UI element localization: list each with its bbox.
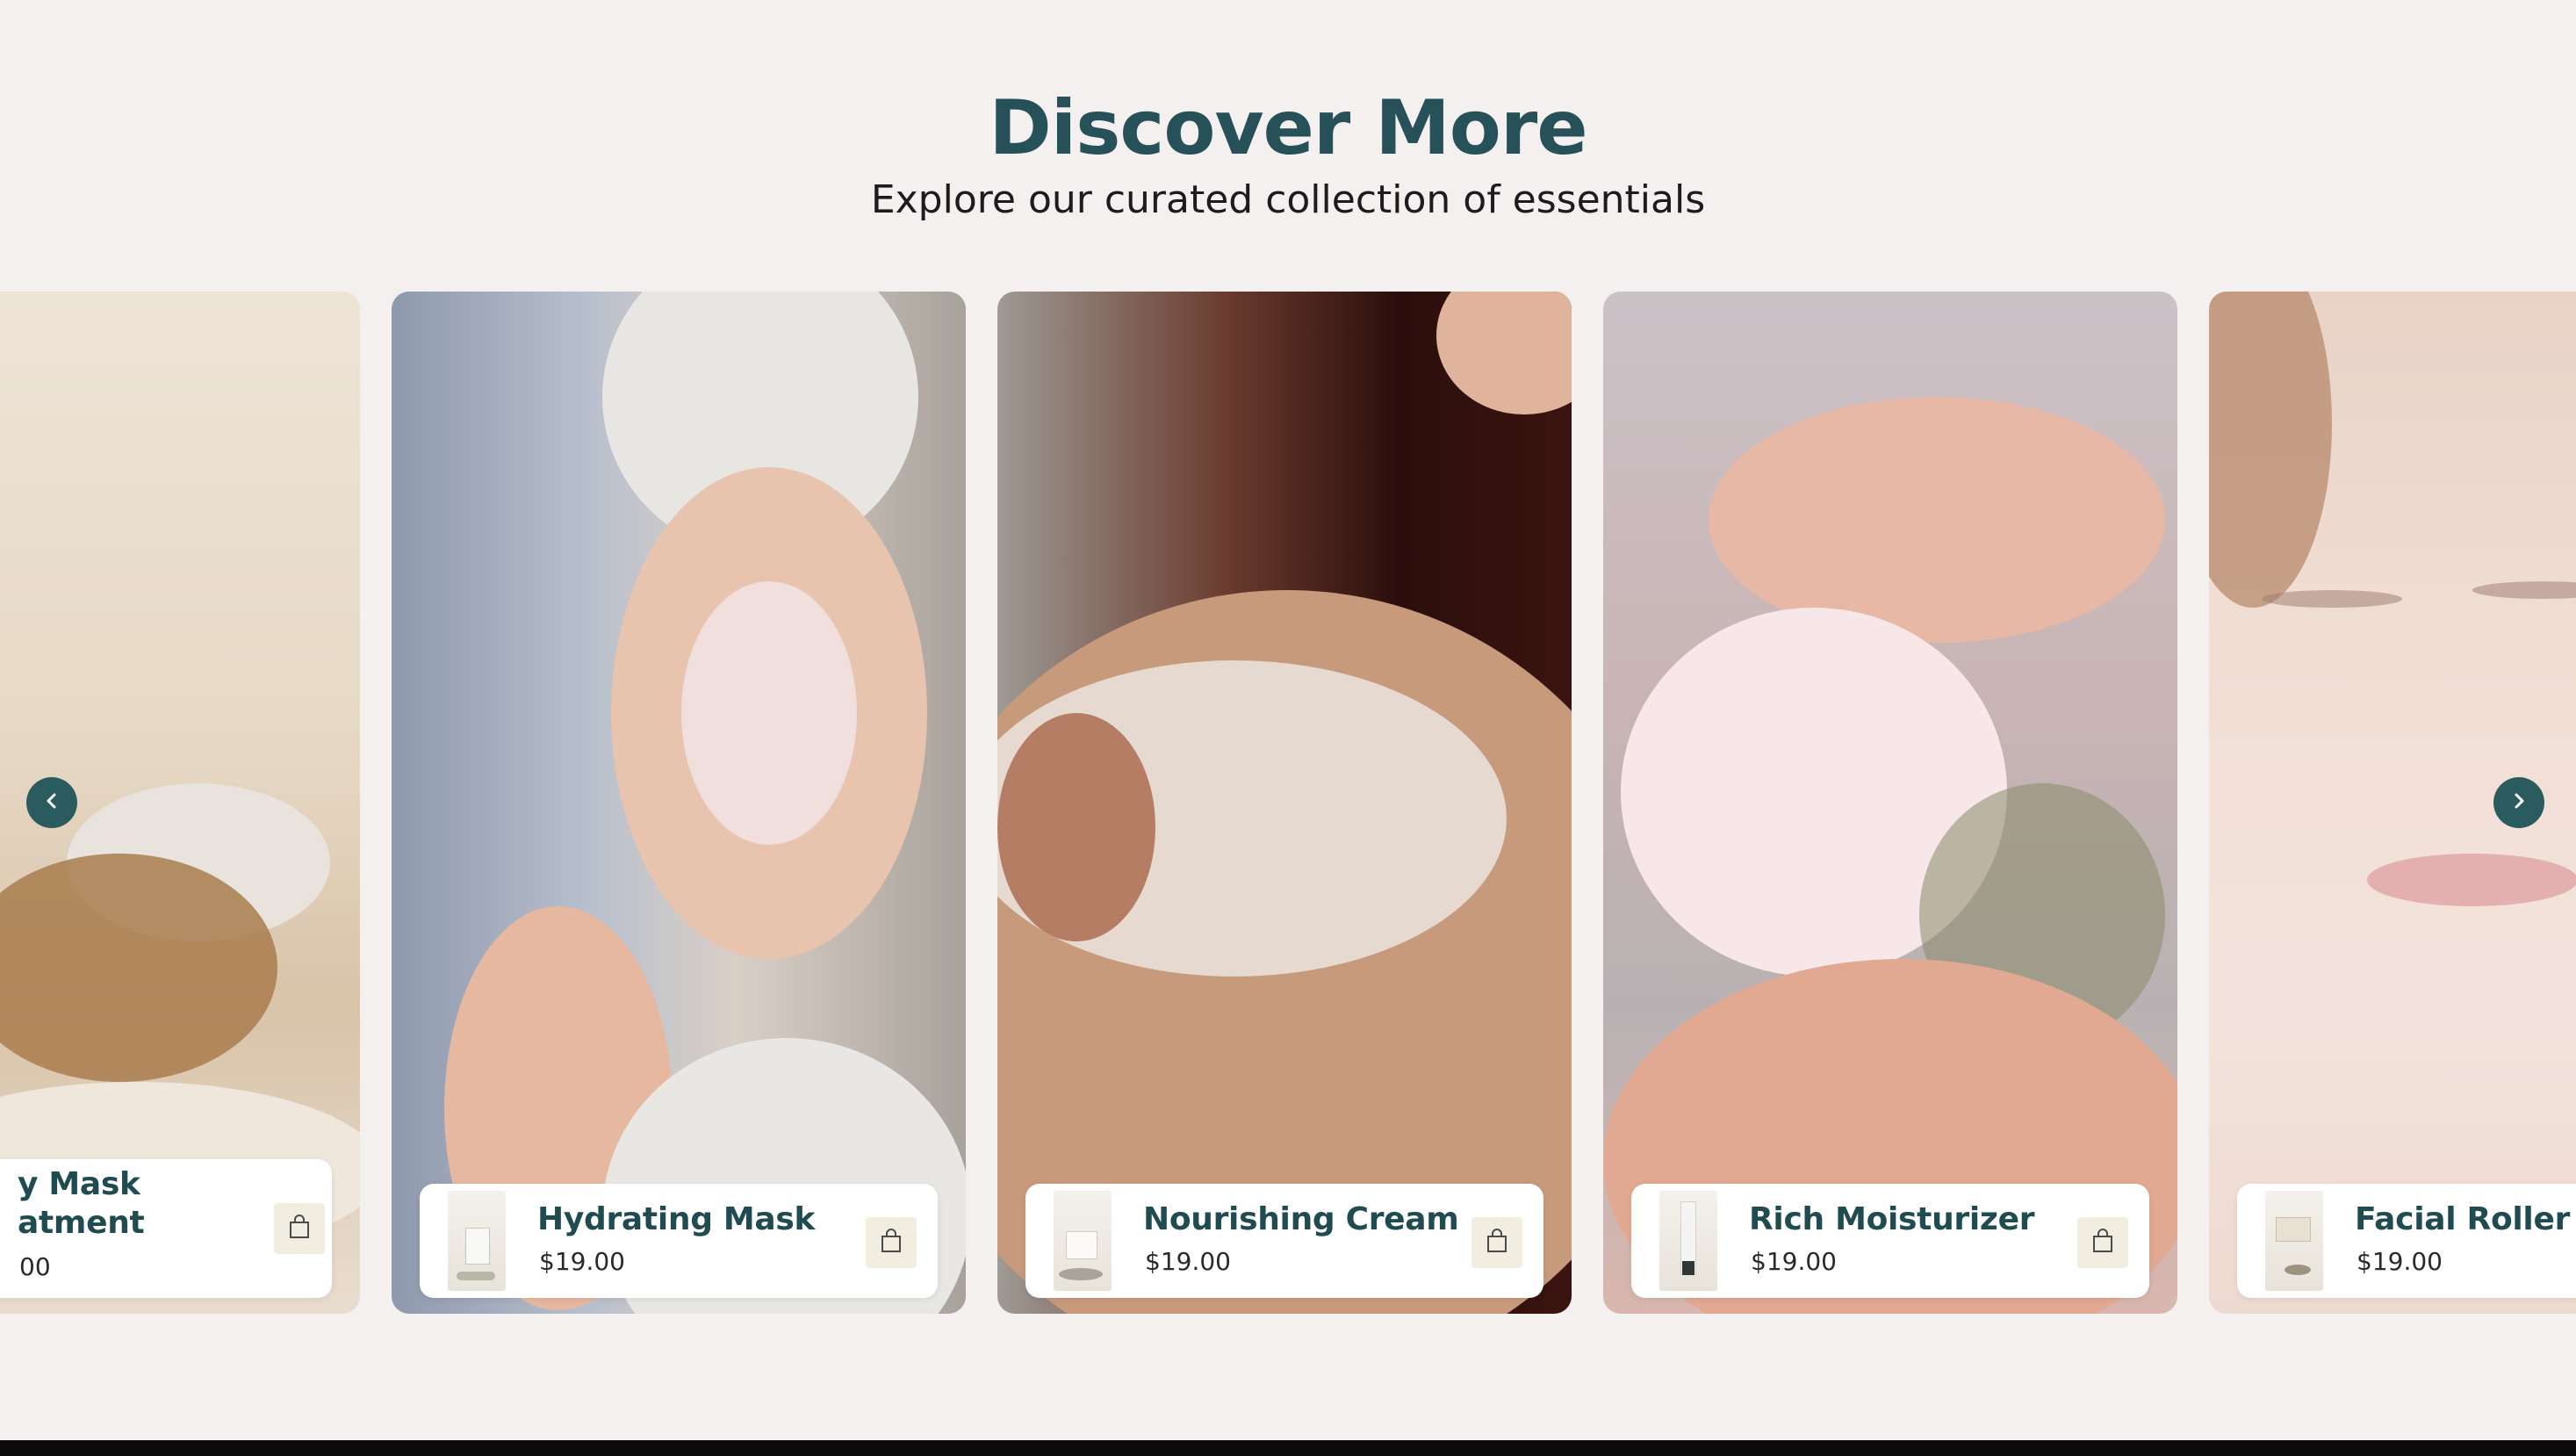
- add-to-cart-button[interactable]: [1471, 1217, 1522, 1268]
- product-name: Nourishing Cream: [1143, 1201, 1459, 1237]
- product-card[interactable]: Nourishing Cream $19.00: [997, 292, 1572, 1314]
- carousel-prev-button[interactable]: [26, 777, 77, 828]
- product-price: $19.00: [1751, 1247, 1837, 1276]
- product-name-line1: y Mask: [18, 1166, 140, 1202]
- product-carousel: y Mask atment 00 Hydrating Mask $19.00 N…: [0, 292, 2576, 1314]
- product-info-card: Nourishing Cream $19.00: [1025, 1184, 1543, 1298]
- shopping-bag-icon: [1486, 1229, 1508, 1257]
- shopping-bag-icon: [288, 1215, 311, 1243]
- discover-more-section: Discover More Explore our curated collec…: [0, 0, 2576, 1440]
- product-card[interactable]: Hydrating Mask $19.00: [392, 292, 966, 1314]
- section-title: Discover More: [989, 84, 1587, 172]
- product-thumbnail: [448, 1191, 506, 1291]
- product-name: Hydrating Mask: [537, 1201, 816, 1237]
- product-info-card: Hydrating Mask $19.00: [420, 1184, 938, 1298]
- page-bottom-edge: [0, 1440, 2576, 1456]
- chevron-right-icon: [2509, 791, 2529, 814]
- product-photo: [997, 292, 1572, 1314]
- product-thumbnail: [1054, 1191, 1112, 1291]
- product-thumbnail: [2265, 1191, 2323, 1291]
- add-to-cart-button[interactable]: [866, 1217, 917, 1268]
- product-photo: [392, 292, 966, 1314]
- shopping-bag-icon: [880, 1229, 903, 1257]
- product-thumbnail: [1659, 1191, 1717, 1291]
- shopping-bag-icon: [2091, 1229, 2114, 1257]
- product-name-line2: atment: [18, 1205, 145, 1241]
- section-subtitle: Explore our curated collection of essent…: [870, 177, 1706, 222]
- product-price: $19.00: [1145, 1247, 1231, 1276]
- product-photo: [1603, 292, 2177, 1314]
- product-card[interactable]: Rich Moisturizer $19.00: [1603, 292, 2177, 1314]
- carousel-next-button[interactable]: [2493, 777, 2544, 828]
- product-info-card: y Mask atment 00: [0, 1159, 332, 1298]
- product-price: $19.00: [539, 1247, 625, 1276]
- product-price: $19.00: [2357, 1247, 2443, 1276]
- product-info-card: Rich Moisturizer $19.00: [1631, 1184, 2149, 1298]
- product-name: Facial Roller: [2355, 1201, 2571, 1237]
- add-to-cart-button[interactable]: [274, 1203, 325, 1254]
- add-to-cart-button[interactable]: [2077, 1217, 2128, 1268]
- chevron-left-icon: [42, 791, 61, 814]
- product-name: Rich Moisturizer: [1749, 1201, 2035, 1237]
- product-info-card: Facial Roller $19.00: [2237, 1184, 2576, 1298]
- product-price: 00: [19, 1252, 51, 1281]
